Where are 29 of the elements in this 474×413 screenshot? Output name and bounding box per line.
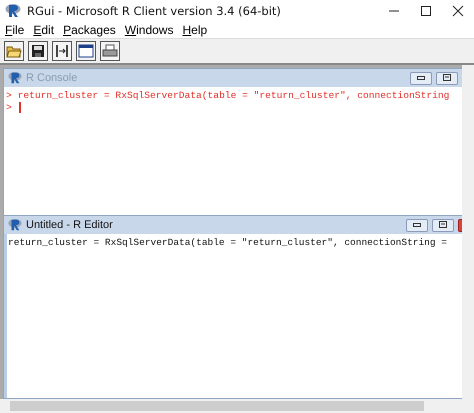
minimize-icon <box>416 74 426 82</box>
prompt: > <box>6 102 12 114</box>
prompt: > <box>6 90 12 102</box>
menu-item[interactable]: File <box>5 23 24 37</box>
printer-icon[interactable] <box>100 41 120 61</box>
maximize-icon <box>420 5 432 17</box>
menu-item[interactable]: Windows <box>124 23 174 37</box>
close-icon <box>452 5 464 17</box>
restore-icon <box>438 221 448 229</box>
minimize-button[interactable] <box>406 218 428 232</box>
vertical-scrollbar[interactable] <box>462 65 474 399</box>
open-folder-icon[interactable] <box>4 41 24 61</box>
menu-item[interactable]: Packages <box>63 23 116 37</box>
code-line: return_cluster = RxSqlServerData(table = "return_cluster", connectionString = <box>8 237 448 249</box>
console-code: return_cluster = RxSqlServerData(table = "return_cluster", connectionString <box>18 90 450 102</box>
restore-icon <box>442 74 452 82</box>
r-logo-icon <box>5 3 21 19</box>
save-icon[interactable] <box>28 41 48 61</box>
window-title: Untitled - R Editor <box>26 219 113 231</box>
minimize-icon <box>412 221 422 229</box>
window-icon[interactable] <box>76 41 96 61</box>
restore-button[interactable] <box>432 218 454 232</box>
menu-item[interactable]: Help <box>182 23 208 37</box>
r-logo-icon <box>8 71 22 85</box>
r-logo-icon <box>8 218 22 232</box>
menu-item[interactable]: Edit <box>33 23 54 37</box>
window-title: RGui - Microsoft R Client version 3.4 (64-bit) <box>27 4 281 18</box>
window-title: R Console <box>26 72 78 84</box>
horizontal-scrollbar[interactable] <box>0 399 474 413</box>
